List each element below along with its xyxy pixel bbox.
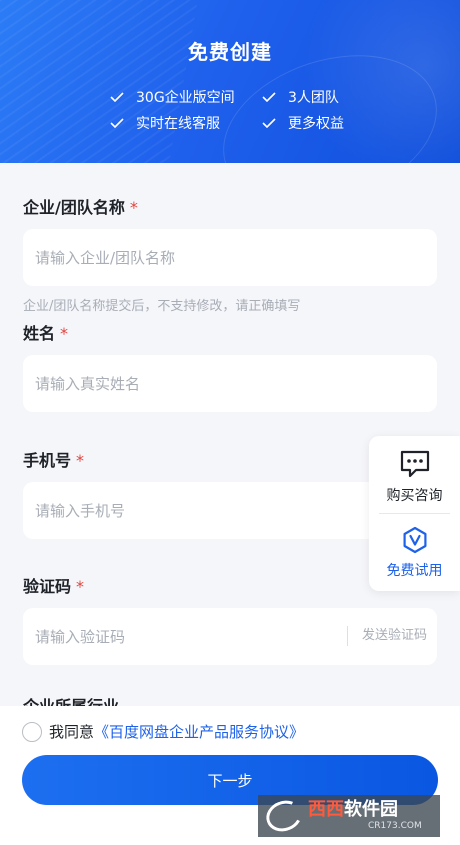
free-trial-button[interactable]: 免费试用 (369, 526, 460, 580)
verify-code-label-text: 验证码 (23, 577, 72, 596)
phone-input[interactable] (35, 482, 335, 539)
company-name-hint: 企业/团队名称提交后，不支持修改，请正确填写 (23, 299, 301, 314)
watermark-brand-left: 西西 (308, 799, 344, 820)
watermark-logo-icon (261, 795, 307, 837)
required-mark: * (60, 324, 69, 343)
purchase-consult-label: 购买咨询 (386, 488, 443, 504)
check-icon (262, 92, 276, 102)
watermark-text: 西西软件园 CR173.COM (308, 801, 422, 831)
company-name-label: 企业/团队名称 * (23, 194, 138, 218)
required-mark: * (76, 577, 85, 596)
page-title: 免费创建 (188, 40, 272, 64)
benefit-label: 更多权益 (288, 116, 344, 132)
header-banner: 免费创建 30G企业版空间 3人团队 实时在线客服 更多权益 (0, 0, 460, 163)
company-name-input[interactable] (35, 229, 335, 286)
divider (379, 513, 450, 514)
benefit-label: 3人团队 (288, 90, 339, 106)
phone-label: 手机号 * (23, 447, 84, 471)
benefit-label: 实时在线客服 (136, 116, 220, 132)
benefit-item: 30G企业版空间 (110, 87, 235, 107)
benefit-item: 实时在线客服 (110, 113, 220, 133)
name-field[interactable] (23, 355, 437, 412)
phone-label-text: 手机号 (23, 451, 72, 470)
banner-decoration (0, 0, 201, 163)
chat-bubble-icon (400, 450, 429, 478)
name-label: 姓名 * (23, 320, 68, 344)
send-code-button[interactable]: 发送验证码 (346, 626, 427, 646)
check-icon (262, 118, 276, 128)
purchase-consult-button[interactable]: 购买咨询 (369, 449, 460, 505)
verify-code-label: 验证码 * (23, 573, 84, 597)
check-icon (110, 118, 124, 128)
verify-code-input[interactable] (35, 608, 315, 665)
verify-code-field[interactable]: 发送验证码 (23, 608, 437, 665)
v-badge-icon (403, 526, 426, 554)
agreement-prefix: 我同意 (49, 723, 95, 741)
name-input[interactable] (35, 355, 335, 412)
free-trial-label: 免费试用 (386, 563, 443, 579)
name-label-text: 姓名 (23, 324, 56, 343)
agreement-checkbox[interactable] (22, 721, 42, 742)
site-watermark: 西西软件园 CR173.COM (258, 795, 440, 837)
benefit-label: 30G企业版空间 (136, 90, 235, 106)
required-mark: * (76, 451, 85, 470)
benefit-item: 更多权益 (262, 113, 344, 133)
company-name-label-text: 企业/团队名称 (23, 198, 125, 217)
watermark-brand: 西西软件园 (308, 801, 422, 819)
floating-service-panel: 购买咨询 免费试用 (369, 436, 460, 591)
agreement-link[interactable]: 《百度网盘企业产品服务协议》 (94, 721, 304, 742)
benefit-item: 3人团队 (262, 87, 339, 107)
agreement-row: 我同意 《百度网盘企业产品服务协议》 (22, 721, 304, 742)
check-icon (110, 92, 124, 102)
watermark-domain: CR173.COM (368, 821, 422, 831)
company-name-field[interactable] (23, 229, 437, 286)
required-mark: * (129, 198, 138, 217)
watermark-brand-right: 软件园 (344, 799, 398, 820)
